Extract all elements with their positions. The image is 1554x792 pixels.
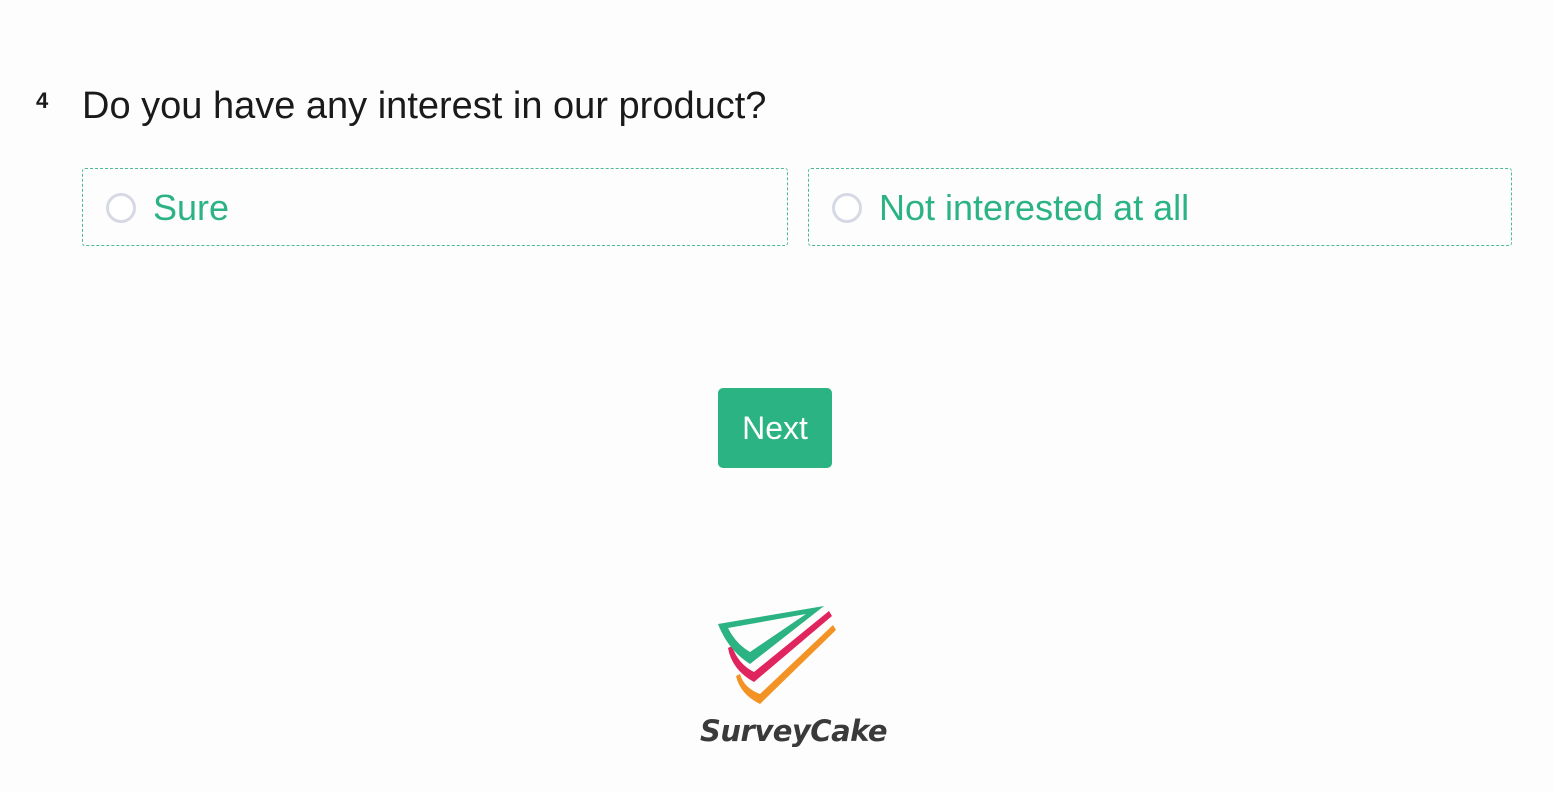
brand-name: SurveyCake xyxy=(700,714,888,748)
question-title: Do you have any interest in our product? xyxy=(82,85,767,127)
radio-icon[interactable] xyxy=(106,193,136,223)
next-button[interactable]: Next xyxy=(718,388,832,468)
cake-check-icon xyxy=(718,606,836,704)
question-number: 4 xyxy=(36,88,49,113)
answer-options: Sure Not interested at all xyxy=(82,168,1512,248)
option-not-interested[interactable]: Not interested at all xyxy=(808,168,1512,246)
option-label: Sure xyxy=(153,187,230,228)
surveycake-logo: SurveyCake xyxy=(700,598,888,758)
option-sure[interactable]: Sure xyxy=(82,168,788,246)
radio-icon[interactable] xyxy=(832,193,862,223)
option-label: Not interested at all xyxy=(879,187,1190,228)
survey-page: 4 Do you have any interest in our produc… xyxy=(0,0,1554,792)
